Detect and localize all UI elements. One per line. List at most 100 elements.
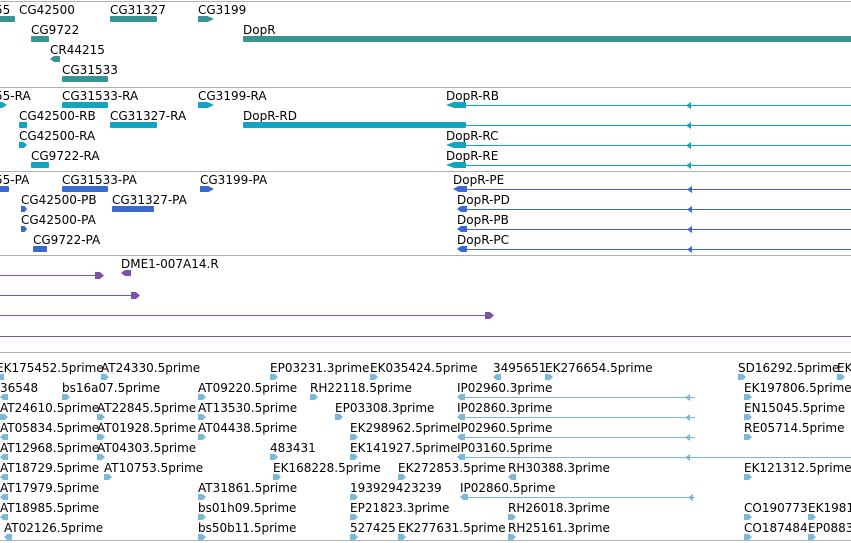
- feature-label[interactable]: CO190773: [744, 501, 808, 515]
- strand-reverse-arrow-icon: [686, 162, 691, 169]
- feature-label[interactable]: AT31861.5prime: [198, 481, 297, 495]
- feature-label[interactable]: AT04438.5prime: [198, 421, 297, 435]
- feature-label[interactable]: DopR-PD: [457, 193, 510, 207]
- feature-label[interactable]: EK035424.5prime: [370, 361, 478, 375]
- feature-label[interactable]: EK175452.5prime: [0, 361, 104, 375]
- feature-label[interactable]: EK: [837, 361, 851, 375]
- feature-label[interactable]: AT17979.5prime: [0, 481, 99, 495]
- feature-label[interactable]: AT02126.5prime: [4, 521, 103, 535]
- feature-label[interactable]: AT18985.5prime: [0, 501, 99, 515]
- feature-label[interactable]: RH26018.3prime: [508, 501, 610, 515]
- feature-label[interactable]: DME1-007A14.R: [121, 257, 219, 271]
- feature-block-glyph: [31, 162, 49, 168]
- feature-label[interactable]: RH22118.5prime: [310, 381, 412, 395]
- feature-label[interactable]: CG3199-PA: [200, 173, 267, 187]
- feature-label[interactable]: IP02960.3prime: [457, 381, 552, 395]
- feature-label[interactable]: DopR-PB: [457, 213, 509, 227]
- feature-label[interactable]: CO187484: [744, 521, 808, 535]
- feature-label[interactable]: RH30388.3prime: [508, 461, 610, 475]
- feature-label[interactable]: EK298962.5prime: [350, 421, 458, 435]
- feature-label[interactable]: EK141927.5prime: [350, 441, 458, 455]
- feature-label[interactable]: CG42500-PB: [21, 193, 97, 207]
- feature-label[interactable]: IP02960.5prime: [457, 421, 552, 435]
- feature-extension-line: [467, 209, 851, 210]
- feature-label[interactable]: AT24610.5prime: [0, 401, 99, 415]
- feature-label[interactable]: EK197806.5prime: [744, 381, 851, 395]
- feature-label[interactable]: 55: [0, 3, 10, 17]
- feature-label[interactable]: CG42500: [19, 3, 75, 17]
- feature-label[interactable]: AT01928.5prime: [97, 421, 196, 435]
- feature-extension-line: [465, 417, 695, 418]
- feature-label[interactable]: bs50b11.5prime: [198, 521, 296, 535]
- feature-label[interactable]: EK276654.5prime: [545, 361, 653, 375]
- feature-label[interactable]: AT12968.5prime: [0, 441, 99, 455]
- feature-block-glyph: [110, 122, 157, 128]
- feature-label[interactable]: EK272853.5prime: [398, 461, 506, 475]
- feature-label[interactable]: CG3199-RA: [198, 89, 267, 103]
- feature-label[interactable]: EK121312.5prime: [744, 461, 851, 475]
- feature-label[interactable]: 3495651: [493, 361, 546, 375]
- feature-label[interactable]: CG3199: [198, 3, 246, 17]
- feature-label[interactable]: 55-RA: [0, 89, 31, 103]
- feature-label[interactable]: RE05714.5prime: [744, 421, 845, 435]
- feature-label[interactable]: CR44215: [50, 43, 105, 57]
- feature-label[interactable]: RH25161.3prime: [508, 521, 610, 535]
- feature-label[interactable]: IP02860.3prime: [457, 401, 552, 415]
- feature-label[interactable]: 36548: [0, 381, 38, 395]
- feature-label[interactable]: CG31533: [62, 63, 118, 77]
- feature-label[interactable]: AT18729.5prime: [0, 461, 99, 475]
- feature-block-glyph: [243, 122, 466, 128]
- feature-extension-line: [465, 457, 851, 458]
- feature-label[interactable]: CG31327: [110, 3, 166, 17]
- feature-extension-line: [467, 249, 851, 250]
- feature-label[interactable]: EK277631.5prime: [398, 521, 506, 535]
- feature-label[interactable]: CG9722: [31, 23, 79, 37]
- feature-block-glyph: [0, 186, 9, 192]
- feature-label[interactable]: bs16a07.5prime: [62, 381, 160, 395]
- feature-label[interactable]: DopR-PE: [453, 173, 504, 187]
- feature-label[interactable]: IP02860.5prime: [460, 481, 555, 495]
- feature-extension-line: [468, 497, 695, 498]
- feature-label[interactable]: DopR-PC: [457, 233, 509, 247]
- feature-label[interactable]: SD16292.5prime: [738, 361, 839, 375]
- feature-label[interactable]: CG42500-PA: [21, 213, 96, 227]
- feature-label[interactable]: DopR-RC: [446, 129, 499, 143]
- strand-reverse-arrow-icon: [687, 186, 692, 193]
- feature-label[interactable]: 55-PA: [0, 173, 29, 187]
- feature-label[interactable]: AT22845.5prime: [97, 401, 196, 415]
- feature-label[interactable]: DopR-RD: [243, 109, 297, 123]
- feature-label[interactable]: IP03160.5prime: [457, 441, 552, 455]
- feature-label[interactable]: 483431: [270, 441, 316, 455]
- feature-label[interactable]: EP03308.3prime: [335, 401, 434, 415]
- feature-label[interactable]: EP03231.3prime: [270, 361, 369, 375]
- feature-label[interactable]: CG42500-RA: [19, 129, 95, 143]
- feature-label[interactable]: EN15045.5prime: [744, 401, 845, 415]
- feature-label[interactable]: EK168228.5prime: [273, 461, 381, 475]
- feature-label[interactable]: AT24330.5prime: [101, 361, 200, 375]
- feature-label[interactable]: CG31327-PA: [112, 193, 187, 207]
- feature-label[interactable]: AT09220.5prime: [198, 381, 297, 395]
- feature-label[interactable]: bs01h09.5prime: [198, 501, 296, 515]
- feature-label[interactable]: CG31327-RA: [110, 109, 186, 123]
- feature-label[interactable]: AT10753.5prime: [104, 461, 203, 475]
- feature-label[interactable]: DopR-RE: [446, 149, 498, 163]
- strand-reverse-arrow-icon: [0, 374, 4, 380]
- feature-label[interactable]: DopR-RB: [446, 89, 499, 103]
- feature-label[interactable]: CG31533-PA: [62, 173, 137, 187]
- strand-reverse-arrow-icon: [687, 246, 692, 253]
- feature-label[interactable]: CG9722-RA: [31, 149, 100, 163]
- feature-label[interactable]: CG31533-RA: [62, 89, 138, 103]
- alignment-line: [0, 312, 494, 319]
- feature-label[interactable]: 193929423239: [350, 481, 442, 495]
- feature-label[interactable]: EP21823.3prime: [350, 501, 449, 515]
- feature-label[interactable]: CG42500-RB: [19, 109, 96, 123]
- alignment-line: [0, 272, 104, 279]
- feature-label[interactable]: CG9722-PA: [33, 233, 100, 247]
- feature-label[interactable]: EK1981: [808, 501, 851, 515]
- feature-label[interactable]: 527425: [350, 521, 396, 535]
- feature-label[interactable]: DopR: [243, 23, 276, 37]
- feature-label[interactable]: EP0883: [808, 521, 851, 535]
- feature-label[interactable]: AT05834.5prime: [0, 421, 99, 435]
- feature-label[interactable]: AT13530.5prime: [198, 401, 297, 415]
- feature-label[interactable]: AT04303.5prime: [97, 441, 196, 455]
